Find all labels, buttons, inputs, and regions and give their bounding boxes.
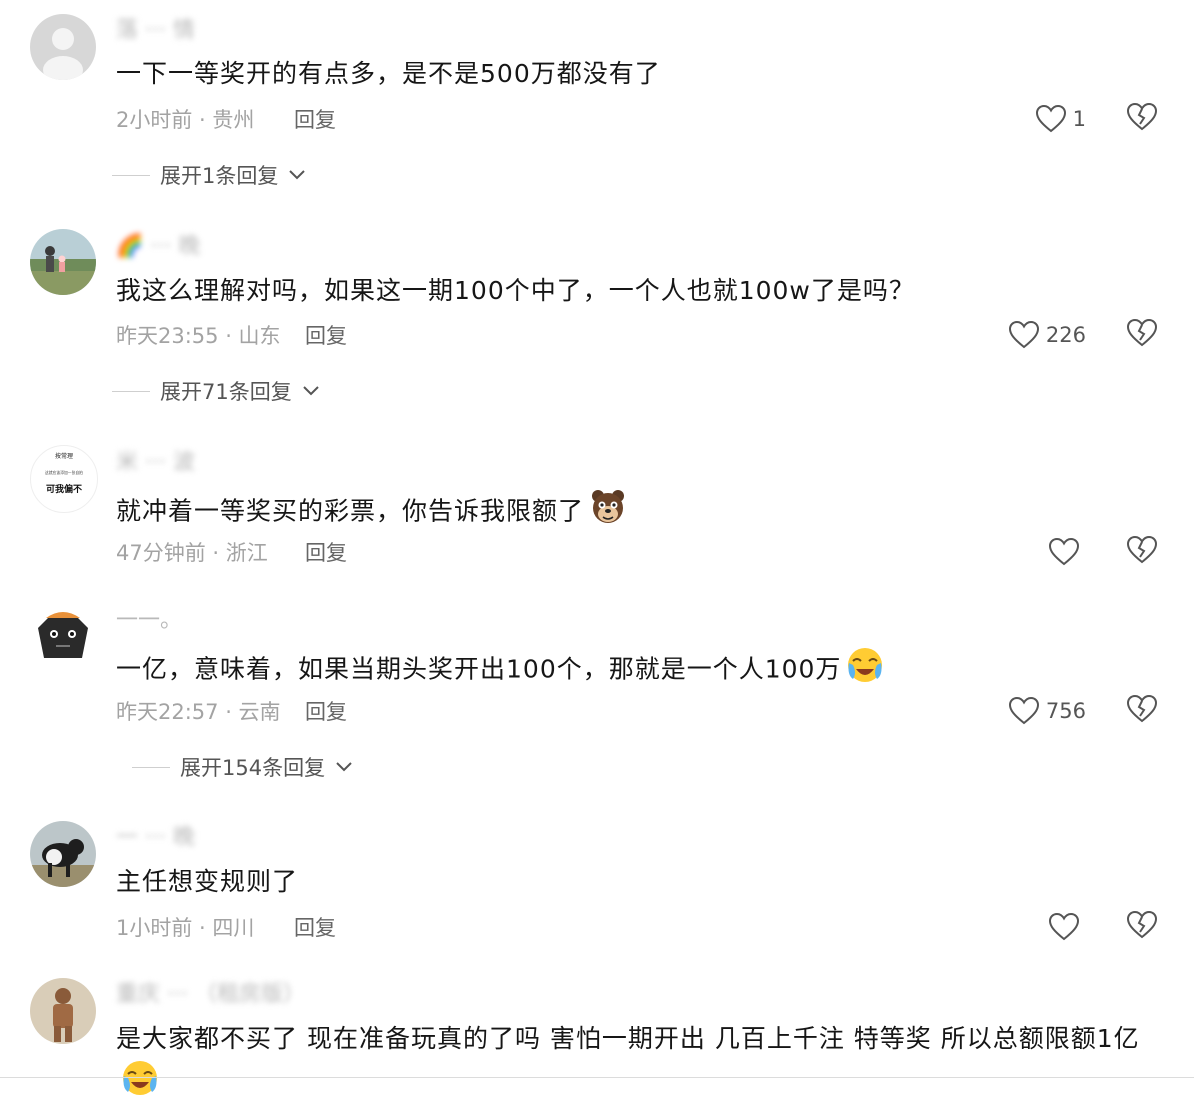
comment-meta: 47分钟前 · 浙江 [116,541,268,565]
comment-text-body: 是大家都不买了 现在准备玩真的了吗 害怕一期开出 几百上千注 特等奖 所以总额限… [116,1024,1140,1053]
like-count: 1 [1072,107,1086,131]
heart-icon [1008,696,1039,725]
like-button[interactable]: 1 [1035,102,1086,136]
avatar[interactable] [30,229,96,295]
comment-text-body: 一亿，意味着，如果当期头奖开出100个，那就是一个人100万 [116,654,842,684]
dislike-button[interactable] [1126,102,1158,136]
avatar[interactable] [30,978,96,1044]
reply-button[interactable]: 回复 [294,105,336,135]
expand-label: 展开1条回复 [160,164,279,188]
username[interactable]: 重庆 ··· （租房版） [116,980,305,1010]
reply-button[interactable]: 回复 [305,697,347,727]
divider-line [112,174,150,176]
comment-meta: 1小时前 · 四川 [116,916,255,940]
avatar[interactable] [30,604,96,670]
chevron-down-icon [303,386,319,396]
divider-line [132,766,170,768]
comment-text: 一亿，意味着，如果当期头奖开出100个，那就是一个人100万 [116,645,885,696]
dislike-button[interactable] [1126,318,1158,352]
broken-heart-icon [1126,102,1158,131]
comment-text-body: 就冲着一等奖买的彩票，你告诉我限额了 [116,496,585,526]
bear-emoji-icon [588,487,628,538]
reply-button[interactable]: 回复 [305,538,347,568]
divider-line [112,390,150,392]
comment-text: 一下一等奖开的有点多，是不是500万都没有了 [116,59,661,88]
reply-button[interactable]: 回复 [305,321,347,351]
expand-label: 展开71条回复 [160,380,292,404]
like-button[interactable] [1048,535,1086,569]
dislike-button[interactable] [1126,535,1158,569]
reply-button[interactable]: 回复 [294,913,336,943]
chevron-down-icon [336,762,352,772]
broken-heart-icon [1126,535,1158,564]
username[interactable]: 落 ··· 情 [116,16,195,46]
like-button[interactable] [1048,910,1086,944]
avatar[interactable] [30,14,96,80]
expand-label: 展开154条回复 [180,756,326,780]
avatar-text: 可我偏不 [46,483,82,495]
comment-meta: 昨天23:55 · 山东 [116,324,281,348]
heart-icon [1035,104,1066,133]
like-count: 226 [1045,323,1086,347]
bottom-divider [0,1077,1194,1078]
chevron-down-icon [289,170,306,180]
dislike-button[interactable] [1126,694,1158,728]
username[interactable]: 一一。 [116,606,182,636]
comment-meta: 昨天22:57 · 云南 [116,700,281,724]
crying-emoji-icon [845,645,885,696]
avatar[interactable] [30,821,96,887]
avatar[interactable]: 按常理 这就应该添加一张自拍 可我偏不 [30,445,98,513]
like-button[interactable]: 756 [1008,694,1086,728]
heart-icon [1048,537,1080,566]
broken-heart-icon [1126,910,1158,939]
dislike-button[interactable] [1126,910,1158,944]
heart-icon [1048,912,1080,941]
like-count: 756 [1045,699,1086,723]
avatar-text: 按常理 [55,452,73,460]
username[interactable]: 一 ··· 晚 [116,823,195,853]
avatar-text: 这就应该添加一张自拍 [45,470,83,475]
expand-replies[interactable]: 展开71条回复 [112,376,320,406]
comment-text: 是大家都不买了 现在准备玩真的了吗 害怕一期开出 几百上千注 特等奖 所以总额限… [116,1020,1166,1109]
comment-text: 就冲着一等奖买的彩票，你告诉我限额了 [116,487,628,538]
heart-icon [1008,320,1039,349]
comment-meta: 2小时前 · 贵州 [116,108,255,132]
crying-emoji-icon [120,1058,160,1109]
broken-heart-icon [1126,318,1158,347]
comment-text: 主任想变规则了 [116,867,299,896]
comment-text: 我这么理解对吗，如果这一期100个中了，一个人也就100w了是吗？ [116,276,915,305]
broken-heart-icon [1126,694,1158,723]
expand-replies[interactable]: 展开154条回复 [132,752,353,782]
username[interactable]: 🌈 ··· 晚 [116,232,200,262]
expand-replies[interactable]: 展开1条回复 [112,160,306,190]
like-button[interactable]: 226 [1008,318,1086,352]
username[interactable]: 米 ··· 波 [116,448,195,478]
